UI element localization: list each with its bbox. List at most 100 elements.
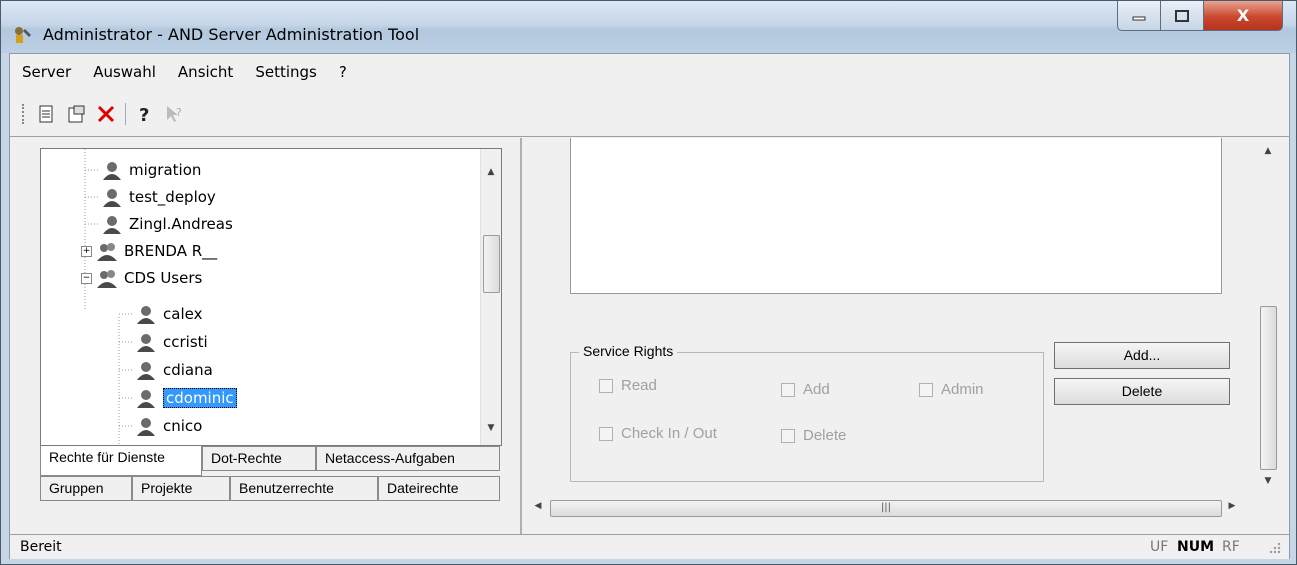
scroll-down-icon[interactable]: ▼	[1258, 476, 1278, 486]
user-icon	[103, 216, 121, 234]
user-tree[interactable]: migration test_deploy Zingl.Andreas + BR…	[40, 148, 502, 446]
tab-dateirechte[interactable]: Dateirechte	[378, 476, 500, 501]
tab-gruppen[interactable]: Gruppen	[40, 476, 132, 501]
scroll-up-icon[interactable]: ▲	[481, 167, 501, 177]
delete-checkbox[interactable]: Delete	[781, 427, 846, 444]
add-checkbox[interactable]: Add	[781, 381, 830, 398]
app-icon	[15, 27, 31, 43]
tree-item[interactable]: calex	[135, 301, 202, 327]
status-bar: Bereit UF NUM RF	[10, 534, 1289, 559]
checkbox-box	[781, 428, 795, 443]
maximize-icon	[1175, 9, 1189, 22]
minimize-button[interactable]	[1117, 1, 1161, 31]
service-rights-label: Service Rights	[579, 343, 678, 359]
user-icon	[137, 390, 155, 408]
tree-scroll-thumb[interactable]	[483, 235, 500, 293]
resize-grip-icon[interactable]	[1268, 541, 1282, 555]
right-scroll-thumb[interactable]	[1260, 306, 1277, 470]
add-button[interactable]: Add...	[1054, 342, 1230, 369]
context-help-icon[interactable]: ?	[164, 103, 186, 125]
client-area: Server Auswahl Ansicht Settings ? ? ? mi…	[9, 53, 1290, 559]
tree-item[interactable]: ccristi	[135, 329, 208, 355]
tree-item-label: cnico	[163, 417, 203, 435]
user-icon	[137, 418, 155, 436]
user-icon	[137, 306, 155, 324]
delete-label: Delete	[803, 427, 847, 444]
uf-indicator: UF	[1150, 539, 1169, 555]
tree-item-label: BRENDA R__	[124, 242, 218, 260]
tree-item-label: ccristi	[163, 333, 208, 351]
checkbox-box	[599, 426, 613, 441]
title-bar[interactable]: Administrator - AND Server Administratio…	[1, 1, 1296, 53]
tree-item[interactable]: cdiana	[135, 357, 213, 383]
horizontal-scroll-thumb[interactable]: |||	[550, 500, 1222, 517]
checkbox-box	[599, 378, 613, 393]
user-icon	[103, 162, 121, 180]
tab-netaccess-aufgaben[interactable]: Netaccess-Aufgaben	[316, 446, 500, 471]
checkinout-label: Check In / Out	[621, 425, 717, 442]
read-checkbox[interactable]: Read	[599, 377, 657, 394]
close-icon: X	[1236, 6, 1250, 25]
tree-item[interactable]: test_deploy	[101, 184, 216, 210]
rf-indicator: RF	[1222, 539, 1240, 555]
right-pane: Service Rights Read Add Admin Check In /…	[520, 138, 1289, 558]
tab-dot-rechte[interactable]: Dot-Rechte	[202, 446, 316, 471]
close-button[interactable]: X	[1203, 1, 1283, 31]
menu-ansicht[interactable]: Ansicht	[178, 63, 233, 81]
left-pane: migration test_deploy Zingl.Andreas + BR…	[12, 138, 510, 536]
horizontal-scrollbar[interactable]: ◀ ||| ▶	[522, 498, 1242, 518]
menu-bar: Server Auswahl Ansicht Settings ?	[10, 54, 1289, 90]
maximize-button[interactable]	[1160, 1, 1204, 31]
menu-server[interactable]: Server	[22, 63, 71, 81]
tab-benutzerrechte[interactable]: Benutzerrechte	[230, 476, 378, 501]
new-document-icon[interactable]	[35, 103, 57, 125]
tree-item-selected[interactable]: cdominic	[135, 385, 237, 411]
tree-item-label: test_deploy	[129, 188, 216, 206]
status-text: Bereit	[20, 539, 62, 555]
toolbar-grip[interactable]	[22, 104, 27, 124]
tab-projekte[interactable]: Projekte	[132, 476, 230, 501]
expand-icon[interactable]: +	[81, 245, 92, 257]
tree-item[interactable]: cnico	[135, 413, 202, 439]
right-vertical-scrollbar[interactable]: ▲ ▼	[1258, 138, 1278, 494]
toolbar-separator	[125, 103, 126, 125]
minimize-icon	[1132, 16, 1146, 20]
help-icon[interactable]: ?	[134, 103, 156, 125]
tree-item-label: calex	[163, 305, 203, 323]
tree-item[interactable]: + BRENDA R__	[81, 238, 217, 264]
menu-help[interactable]: ?	[339, 63, 347, 81]
user-icon	[137, 362, 155, 380]
window-title: Administrator - AND Server Administratio…	[43, 25, 420, 44]
delete-icon[interactable]	[95, 103, 117, 125]
scroll-down-icon[interactable]: ▼	[481, 423, 501, 433]
delete-button[interactable]: Delete	[1054, 378, 1230, 405]
tree-item[interactable]: − CDS Users	[81, 265, 202, 291]
tree-item-label: CDS Users	[124, 269, 203, 287]
app-window: Administrator - AND Server Administratio…	[0, 0, 1297, 565]
admin-checkbox[interactable]: Admin	[919, 381, 984, 398]
group-icon	[97, 270, 117, 288]
tree-item-label: migration	[129, 161, 202, 179]
tab-rechte-fuer-dienste[interactable]: Rechte für Dienste	[40, 446, 202, 476]
tree-item-label: cdominic	[163, 388, 237, 408]
menu-settings[interactable]: Settings	[255, 63, 317, 81]
tree-item[interactable]: Zingl.Andreas	[101, 211, 233, 237]
scroll-left-icon[interactable]: ◀	[528, 501, 548, 511]
num-indicator: NUM	[1177, 539, 1215, 555]
collapse-icon[interactable]: −	[81, 272, 92, 284]
checkbox-box	[919, 382, 933, 397]
scroll-up-icon[interactable]: ▲	[1258, 146, 1278, 156]
tab-row-1: Rechte für Dienste Dot-Rechte Netaccess-…	[40, 446, 500, 476]
checkinout-checkbox[interactable]: Check In / Out	[599, 425, 717, 442]
menu-auswahl[interactable]: Auswahl	[93, 63, 156, 81]
toolbar-divider	[10, 136, 1289, 137]
tree-vertical-scrollbar[interactable]: ▲ ▼	[480, 149, 501, 445]
admin-label: Admin	[941, 381, 984, 398]
service-rights-group: Service Rights Read Add Admin Check In /…	[570, 343, 1044, 482]
details-box	[570, 138, 1222, 294]
scroll-right-icon[interactable]: ▶	[1222, 501, 1242, 511]
tab-row-2: Gruppen Projekte Benutzerrechte Dateirec…	[40, 476, 500, 501]
svg-text:?: ?	[176, 106, 182, 119]
tree-item[interactable]: migration	[101, 157, 201, 183]
properties-icon[interactable]	[65, 103, 87, 125]
